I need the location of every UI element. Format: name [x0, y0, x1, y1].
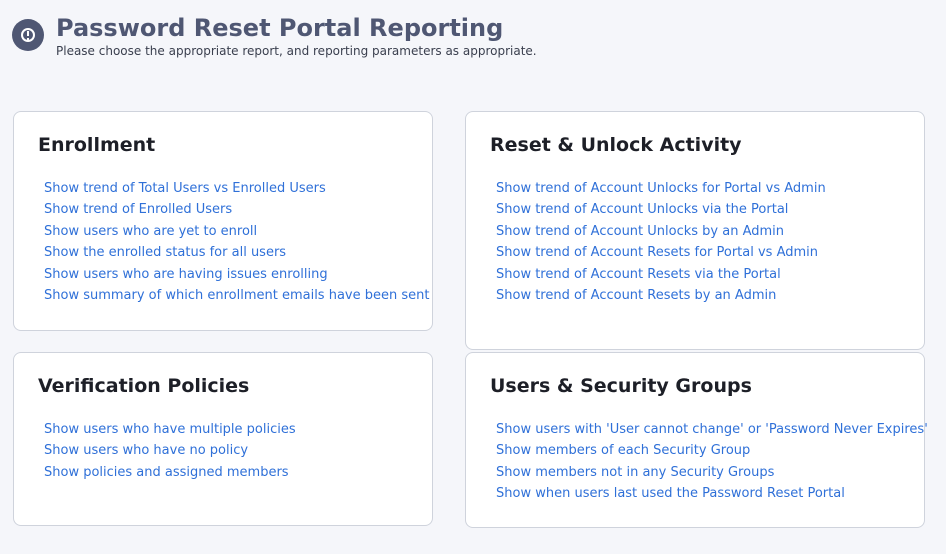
- reset-unlock-links: Show trend of Account Unlocks for Portal…: [496, 178, 826, 306]
- report-link[interactable]: Show users who are having issues enrolli…: [44, 264, 429, 285]
- security-groups-card: Users & Security Groups Show users with …: [465, 352, 928, 528]
- report-link[interactable]: Show summary of which enrollment emails …: [44, 285, 429, 306]
- page-subtitle: Please choose the appropriate report, an…: [56, 44, 537, 58]
- reset-unlock-card: Reset & Unlock Activity Show trend of Ac…: [465, 111, 925, 350]
- report-link[interactable]: Show members not in any Security Groups: [496, 462, 928, 483]
- card-title-security-groups: Users & Security Groups: [490, 375, 752, 397]
- report-link[interactable]: Show the enrolled status for all users: [44, 242, 429, 263]
- report-link[interactable]: Show users who have multiple policies: [44, 419, 296, 440]
- report-link[interactable]: Show users who have no policy: [44, 440, 296, 461]
- report-link[interactable]: Show trend of Account Unlocks by an Admi…: [496, 221, 826, 242]
- verification-links: Show users who have multiple policies Sh…: [44, 419, 296, 483]
- card-title-verification: Verification Policies: [38, 375, 250, 397]
- report-link[interactable]: Show trend of Account Resets via the Por…: [496, 264, 826, 285]
- enrollment-card: Enrollment Show trend of Total Users vs …: [13, 111, 433, 331]
- card-title-enrollment: Enrollment: [38, 134, 156, 156]
- report-link[interactable]: Show users with 'User cannot change' or …: [496, 419, 928, 440]
- card-title-reset-unlock: Reset & Unlock Activity: [490, 134, 742, 156]
- info-circle-icon: [12, 19, 44, 51]
- report-link[interactable]: Show users who are yet to enroll: [44, 221, 429, 242]
- report-link[interactable]: Show trend of Account Unlocks via the Po…: [496, 199, 826, 220]
- report-link[interactable]: Show trend of Account Unlocks for Portal…: [496, 178, 826, 199]
- report-link[interactable]: Show trend of Account Resets for Portal …: [496, 242, 826, 263]
- report-link[interactable]: Show trend of Enrolled Users: [44, 199, 429, 220]
- report-link[interactable]: Show trend of Total Users vs Enrolled Us…: [44, 178, 429, 199]
- verification-policies-card: Verification Policies Show users who hav…: [13, 352, 433, 526]
- report-link[interactable]: Show trend of Account Resets by an Admin: [496, 285, 826, 306]
- report-link[interactable]: Show when users last used the Password R…: [496, 483, 928, 504]
- report-link[interactable]: Show members of each Security Group: [496, 440, 928, 461]
- page-title: Password Reset Portal Reporting: [56, 14, 504, 42]
- security-groups-links: Show users with 'User cannot change' or …: [496, 419, 928, 505]
- report-link[interactable]: Show policies and assigned members: [44, 462, 296, 483]
- enrollment-links: Show trend of Total Users vs Enrolled Us…: [44, 178, 429, 306]
